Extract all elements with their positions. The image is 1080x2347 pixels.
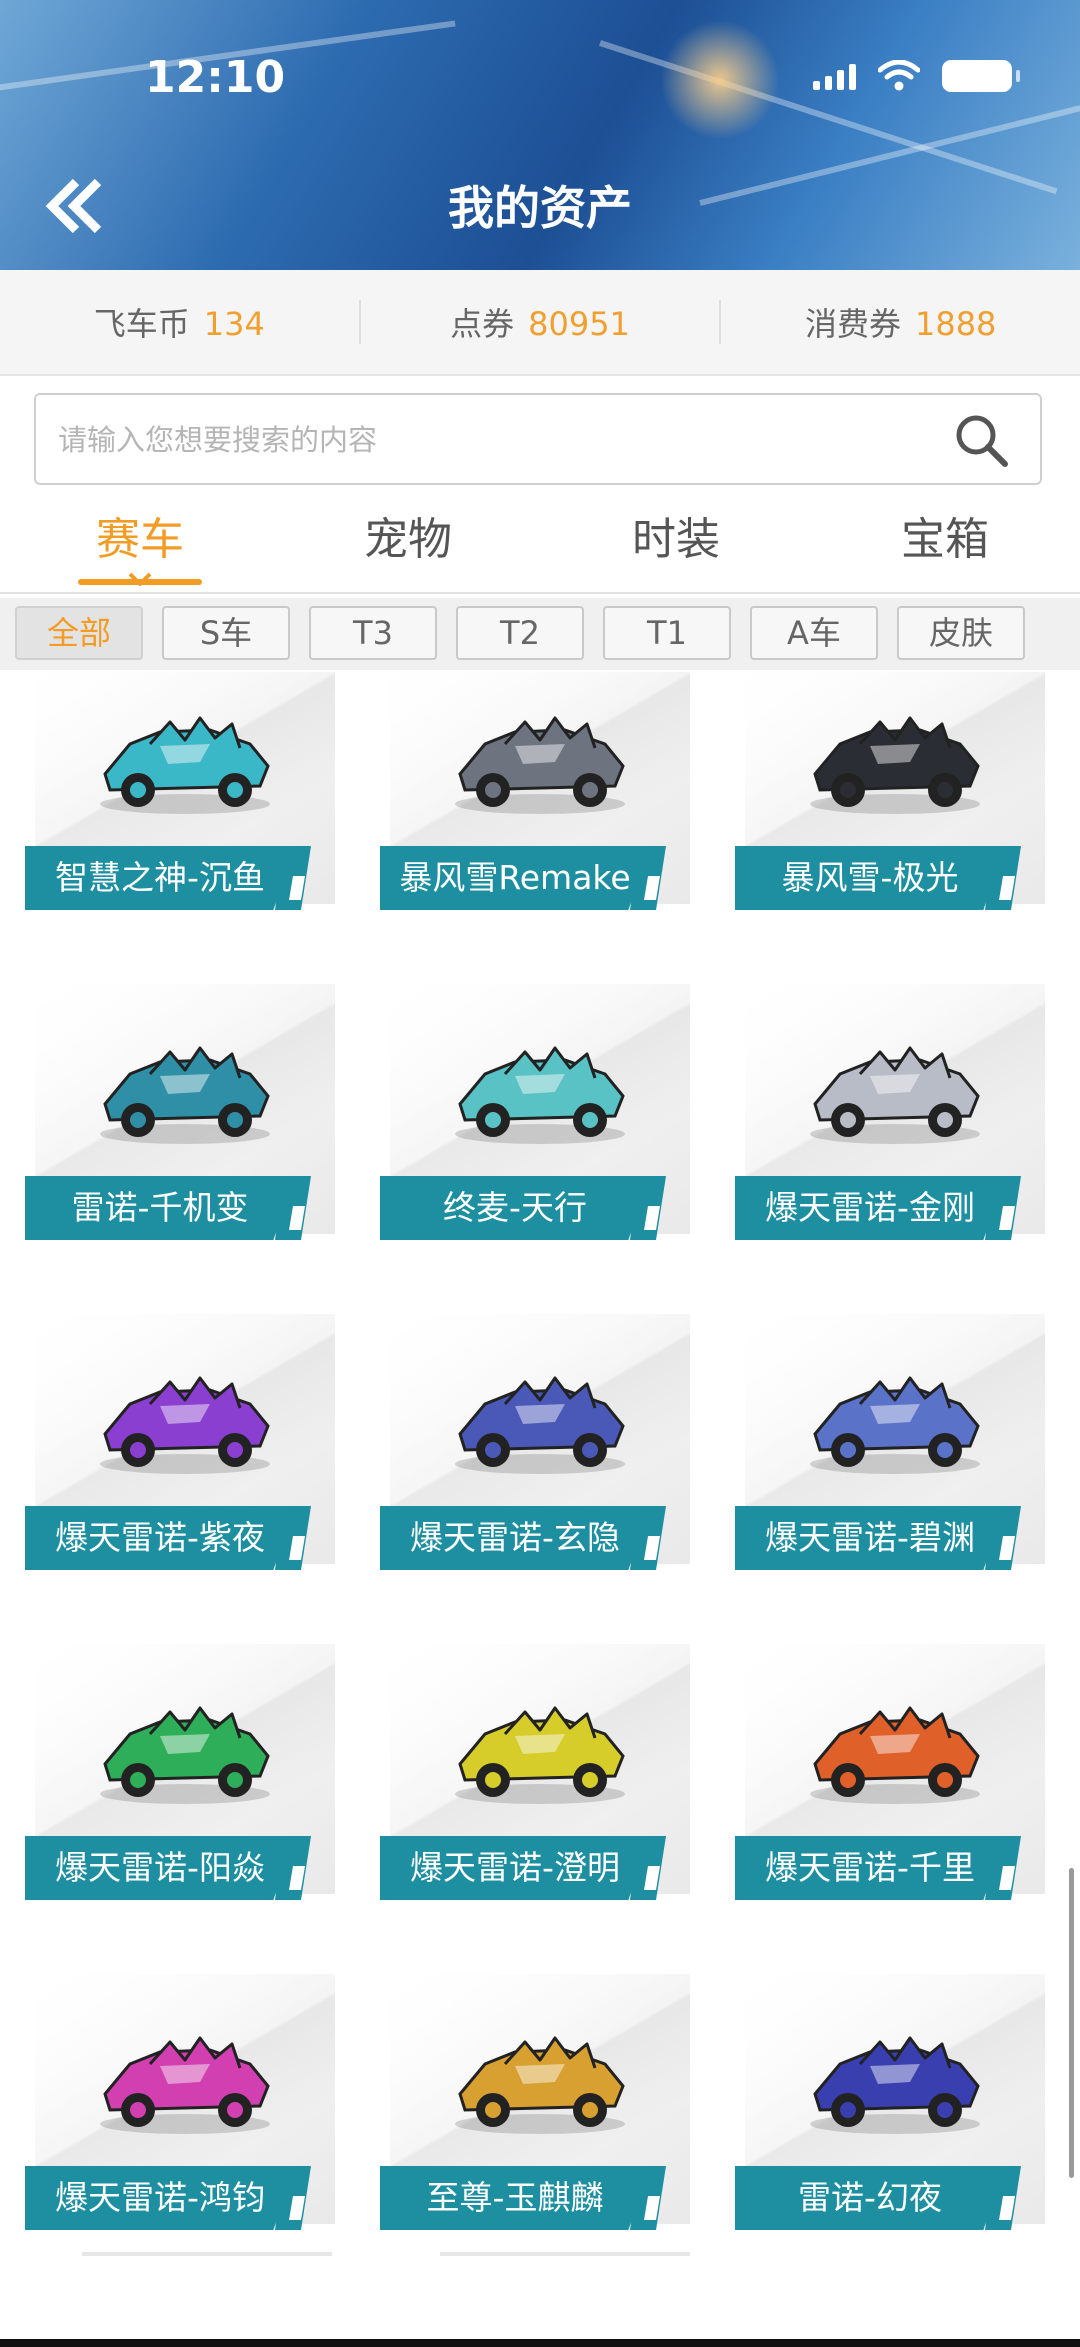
car-name-label: 雷诺-千机变 xyxy=(25,1176,295,1240)
race-car-icon xyxy=(100,716,270,814)
filter-t3[interactable]: T3 xyxy=(309,606,437,660)
corner-tag-icon xyxy=(275,1176,311,1240)
car-card[interactable]: 至尊-玉麒麟 xyxy=(380,1974,690,2230)
status-time: 12:10 xyxy=(145,52,286,103)
car-card[interactable]: 终麦-天行 xyxy=(380,984,690,1240)
car-card[interactable]: 爆天雷诺-紫夜 xyxy=(25,1314,335,1570)
corner-tag-icon xyxy=(630,846,666,910)
balance-vouchers: 消费券 1888 xyxy=(721,299,1080,345)
race-car-icon xyxy=(100,2036,270,2134)
car-name-label: 智慧之神-沉鱼 xyxy=(25,846,295,910)
home-indicator xyxy=(0,2339,1080,2347)
corner-tag-icon xyxy=(630,2166,666,2230)
search-input[interactable] xyxy=(56,395,940,485)
balance-coins: 飞车币 134 xyxy=(0,299,359,345)
race-car-icon xyxy=(455,1046,625,1144)
car-card[interactable]: 爆天雷诺-碧渊 xyxy=(735,1314,1045,1570)
car-name-label: 暴风雪Remake xyxy=(380,846,650,910)
divider xyxy=(82,2252,332,2256)
car-grid: 智慧之神-沉鱼 暴风雪Remake 暴风雪-极光雷诺-千机变 终麦-天行 爆天雷诺-金刚… xyxy=(0,672,1080,2262)
car-card[interactable]: 暴风雪Remake xyxy=(380,672,690,910)
balance-value: 134 xyxy=(203,305,265,343)
balance-label: 消费券 xyxy=(804,305,901,343)
car-name-label: 爆天雷诺-鸿钧 xyxy=(25,2166,295,2230)
corner-tag-icon xyxy=(275,1506,311,1570)
car-name-label: 爆天雷诺-千里 xyxy=(735,1836,1005,1900)
race-car-icon xyxy=(810,1046,980,1144)
race-car-icon xyxy=(810,716,980,814)
balance-value: 80951 xyxy=(528,305,630,343)
filter-t1[interactable]: T1 xyxy=(603,606,731,660)
scrollbar[interactable] xyxy=(1069,1868,1074,2178)
header-banner: 12:10 我的资产 xyxy=(0,0,1080,270)
category-tabs: 赛车 宠物 时装 宝箱 xyxy=(0,500,1080,594)
filter-all[interactable]: 全部 xyxy=(15,606,143,660)
race-car-icon xyxy=(455,1706,625,1804)
car-card[interactable]: 爆天雷诺-玄隐 xyxy=(380,1314,690,1570)
corner-tag-icon xyxy=(630,1176,666,1240)
tab-outfits[interactable]: 时装 xyxy=(541,500,811,580)
car-name-label: 爆天雷诺-澄明 xyxy=(380,1836,650,1900)
race-car-icon xyxy=(100,1376,270,1474)
car-name-label: 雷诺-幻夜 xyxy=(735,2166,1005,2230)
car-name-label: 暴风雪-极光 xyxy=(735,846,1005,910)
car-card[interactable]: 爆天雷诺-金刚 xyxy=(735,984,1045,1240)
race-car-icon xyxy=(455,1376,625,1474)
filter-t2[interactable]: T2 xyxy=(456,606,584,660)
search-box xyxy=(34,393,1042,485)
caret-icon xyxy=(128,572,152,586)
tab-cars[interactable]: 赛车 xyxy=(5,500,275,580)
divider xyxy=(440,2252,690,2256)
car-card[interactable]: 爆天雷诺-澄明 xyxy=(380,1644,690,1900)
race-car-icon xyxy=(100,1706,270,1804)
battery-icon xyxy=(942,60,1020,92)
balance-value: 1888 xyxy=(914,305,997,343)
corner-tag-icon xyxy=(275,1836,311,1900)
signal-icon xyxy=(813,62,856,90)
car-card[interactable]: 智慧之神-沉鱼 xyxy=(25,672,335,910)
car-card[interactable]: 雷诺-千机变 xyxy=(25,984,335,1240)
race-car-icon xyxy=(100,1046,270,1144)
car-name-label: 终麦-天行 xyxy=(380,1176,650,1240)
page-title: 我的资产 xyxy=(448,181,632,235)
car-card[interactable]: 爆天雷诺-鸿钧 xyxy=(25,1974,335,2230)
car-card[interactable]: 爆天雷诺-阳焱 xyxy=(25,1644,335,1900)
status-icons xyxy=(813,60,1020,92)
wifi-icon xyxy=(878,60,920,91)
corner-tag-icon xyxy=(275,2166,311,2230)
car-card[interactable]: 爆天雷诺-千里 xyxy=(735,1644,1045,1900)
corner-tag-icon xyxy=(275,846,311,910)
balance-label: 飞车币 xyxy=(93,305,190,343)
corner-tag-icon xyxy=(985,1506,1021,1570)
filter-bar: 全部 S车 T3 T2 T1 A车 皮肤 xyxy=(0,598,1080,670)
race-car-icon xyxy=(455,2036,625,2134)
corner-tag-icon xyxy=(985,1176,1021,1240)
car-name-label: 至尊-玉麒麟 xyxy=(380,2166,650,2230)
corner-tag-icon xyxy=(985,1836,1021,1900)
corner-tag-icon xyxy=(985,846,1021,910)
filter-a-car[interactable]: A车 xyxy=(750,606,878,660)
race-car-icon xyxy=(810,1706,980,1804)
race-car-icon xyxy=(455,716,625,814)
car-card[interactable]: 暴风雪-极光 xyxy=(735,672,1045,910)
balance-points: 点券 80951 xyxy=(361,299,720,345)
filter-skin[interactable]: 皮肤 xyxy=(897,606,1025,660)
corner-tag-icon xyxy=(985,2166,1021,2230)
balance-label: 点券 xyxy=(450,305,515,343)
tab-chests[interactable]: 宝箱 xyxy=(810,500,1080,580)
car-name-label: 爆天雷诺-碧渊 xyxy=(735,1506,1005,1570)
filter-s-car[interactable]: S车 xyxy=(162,606,290,660)
corner-tag-icon xyxy=(630,1506,666,1570)
search-icon[interactable] xyxy=(952,411,1010,469)
car-card[interactable]: 雷诺-幻夜 xyxy=(735,1974,1045,2230)
car-name-label: 爆天雷诺-紫夜 xyxy=(25,1506,295,1570)
balance-bar: 飞车币 134 点券 80951 消费券 1888 xyxy=(0,270,1080,376)
tab-pets[interactable]: 宠物 xyxy=(273,500,543,580)
car-name-label: 爆天雷诺-阳焱 xyxy=(25,1836,295,1900)
race-car-icon xyxy=(810,2036,980,2134)
car-name-label: 爆天雷诺-金刚 xyxy=(735,1176,1005,1240)
race-car-icon xyxy=(810,1376,980,1474)
car-name-label: 爆天雷诺-玄隐 xyxy=(380,1506,650,1570)
corner-tag-icon xyxy=(630,1836,666,1900)
